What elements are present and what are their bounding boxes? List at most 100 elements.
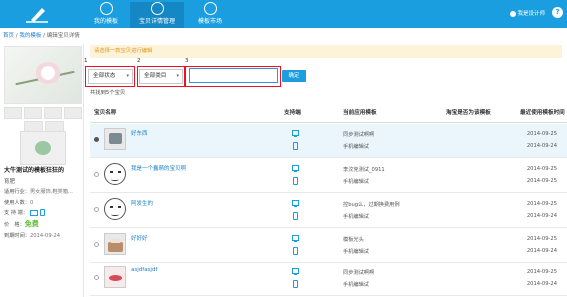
industry-label: 适用行业： [4, 189, 30, 195]
breadcrumb: 首页 / 我的模板 / 编辑宝贝详情 [3, 31, 80, 39]
nav-my-templates[interactable]: 我的模板 [86, 2, 126, 28]
template-title: 大牛测试的模板狂狂的 [4, 167, 65, 174]
help-icon[interactable]: ? [552, 7, 563, 18]
table-row[interactable]: 阿发生的 控bug么，过期换费用例 手机编辑试 2014-09-25 2014-… [90, 194, 567, 228]
row-radio[interactable] [94, 172, 99, 177]
product-thumbnail [104, 163, 126, 185]
breadcrumb-my-templates[interactable]: 我的模板 [19, 33, 41, 39]
template-preview-strip [4, 107, 82, 119]
status-filter-value: 全部状态 [93, 73, 116, 79]
table-row[interactable]: 好好好 模板光头 手机编辑试 2014-09-25 2014-09-24 [90, 229, 567, 263]
annotation-marker: 1 [84, 58, 88, 64]
product-name-link[interactable]: 好好好 [131, 234, 148, 242]
pc-template: 同步测试啊啊 [343, 270, 375, 276]
row-radio[interactable] [94, 242, 99, 247]
mobile-icon [293, 212, 298, 220]
result-count: 共找到5个宝贝 [90, 90, 126, 96]
mobile-icon [293, 247, 298, 255]
template-sidebar: 大牛测试的模板狂狂的 育肥 适用行业：男女服饰,鞋类箱... 使用人数：0 支 … [0, 44, 84, 297]
industry-info: 适用行业：男女服饰,鞋类箱... [4, 188, 73, 195]
column-header-last-used: 最近使用模板时间 [520, 110, 565, 116]
product-name-link[interactable]: 好东西 [131, 129, 148, 137]
support-info: 支 持 端： [4, 209, 46, 216]
product-thumbnail [104, 198, 126, 220]
annotation-marker: 2 [137, 58, 141, 64]
template-subtitle: 育肥 [4, 179, 16, 185]
price-value: 免费 [24, 220, 39, 228]
table-row[interactable]: asjdfasjdf 同步测试啊啊 手机编辑试 2014-09-25 2014-… [90, 262, 567, 296]
market-icon [203, 2, 217, 15]
pc-last-used-date: 2014-09-25 [526, 236, 557, 242]
desktop-icon [292, 268, 299, 275]
table-row[interactable]: 我是一个蠢萌的宝贝啊 李汶克测试_0911 手机编辑试 2014-09-25 2… [90, 159, 567, 193]
column-header-name: 宝贝名称 [94, 110, 117, 116]
nav-template-market-label: 模板市场 [197, 18, 222, 25]
users-info: 使用人数：0 [4, 199, 33, 206]
row-radio[interactable] [94, 275, 99, 280]
product-thumbnail [104, 128, 126, 150]
breadcrumb-current: 编辑宝贝详情 [46, 33, 80, 39]
pc-template: 模板光头 [343, 237, 364, 243]
notice-bar: 请选择一款宝贝进行编辑 [90, 45, 562, 58]
chevron-down-icon: ▾ [176, 73, 179, 79]
mobile-last-used-date: 2014-09-24 [526, 281, 557, 287]
annotation-marker: 3 [185, 58, 189, 64]
pc-template: 李汶克测试_0911 [343, 167, 385, 173]
expire-info: 到期时间：2014-09-24 [4, 232, 60, 239]
mobile-last-used-date: 2014-09-24 [526, 248, 557, 254]
pc-last-used-date: 2014-09-25 [526, 166, 557, 172]
status-filter-select[interactable]: 全部状态 ▾ [88, 69, 133, 84]
mobile-last-used-date: 2014-09-25 [526, 178, 557, 184]
mobile-template: 手机编辑试 [343, 144, 369, 150]
desktop-icon [292, 235, 299, 242]
mobile-last-used-date: 2014-09-24 [526, 143, 557, 149]
nav-template-market[interactable]: 模板市场 [188, 2, 232, 28]
designer-link-label: 我是设计师 [517, 11, 545, 17]
template-icon [99, 2, 113, 15]
pc-last-used-date: 2014-09-25 [526, 131, 557, 137]
price-info: 价 格：免费 [4, 219, 39, 229]
desktop-icon [292, 130, 299, 137]
expire-value: 2014-09-24 [29, 233, 61, 239]
mobile-icon [293, 280, 298, 288]
nav-item-detail-management[interactable]: 宝贝详情管理 [130, 2, 184, 28]
product-name-link[interactable]: asjdfasjdf [131, 267, 157, 273]
breadcrumb-home[interactable]: 首页 [3, 33, 14, 39]
users-label: 使用人数： [4, 200, 30, 206]
column-header-support: 支持端 [284, 110, 301, 116]
mobile-template: 手机编辑试 [343, 214, 369, 220]
users-value: 0 [29, 200, 34, 206]
price-label: 价 格： [4, 222, 25, 228]
pc-template: 控bug么，过期换费用例 [343, 202, 400, 208]
mobile-icon [293, 177, 298, 185]
row-radio[interactable] [94, 207, 99, 212]
category-filter-value: 全部类目 [144, 73, 167, 79]
product-thumbnail [104, 266, 126, 288]
pc-last-used-date: 2014-09-25 [526, 269, 557, 275]
mobile-last-used-date: 2014-09-24 [526, 213, 557, 219]
row-radio[interactable] [94, 137, 99, 142]
product-name-link[interactable]: 我是一个蠢萌的宝贝啊 [131, 164, 186, 172]
pc-template: 同步测试啊啊 [343, 132, 375, 138]
expire-label: 到期时间： [4, 233, 30, 239]
mobile-template: 手机编辑试 [343, 249, 369, 255]
product-thumbnail [104, 233, 126, 255]
support-label: 支 持 端： [4, 210, 29, 216]
desktop-icon [292, 200, 299, 207]
template-preview-detail [20, 131, 66, 165]
designer-link[interactable]: 我是设计师 [509, 9, 545, 17]
table-header: 宝贝名称 支持端 当前应用模板 淘宝是否为该模板 最近使用模板时间 [90, 101, 567, 123]
mobile-template: 手机编辑试 [343, 282, 369, 288]
pc-last-used-date: 2014-09-25 [526, 201, 557, 207]
table-row[interactable]: 好东西 同步测试啊啊 手机编辑试 2014-09-25 2014-09-24 [90, 124, 567, 158]
mobile-template: 手机编辑试 [343, 179, 369, 185]
search-input[interactable] [189, 68, 278, 83]
product-name-link[interactable]: 阿发生的 [131, 199, 153, 207]
template-preview-image [4, 46, 82, 104]
brush-logo-icon[interactable] [22, 4, 52, 24]
desktop-icon [30, 209, 39, 216]
confirm-button[interactable]: 确定 [282, 70, 306, 82]
top-navbar: 我的模板 宝贝详情管理 模板市场 我是设计师 ? [0, 0, 567, 28]
chevron-down-icon: ▾ [126, 73, 129, 79]
category-filter-select[interactable]: 全部类目 ▾ [139, 69, 183, 84]
